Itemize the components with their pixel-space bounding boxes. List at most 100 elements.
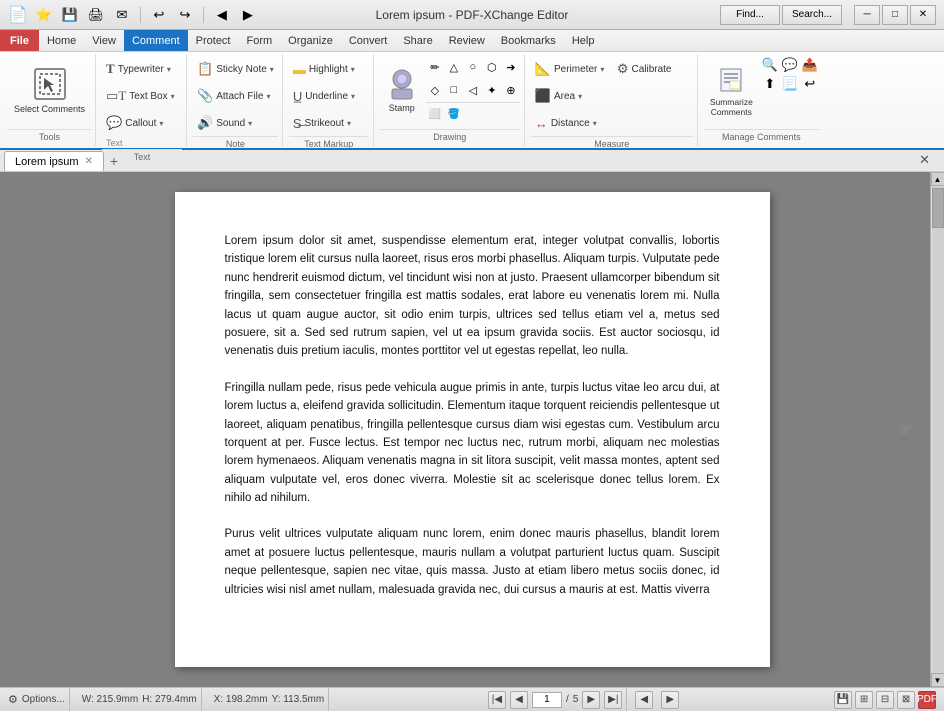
pdf-export-button[interactable]: PDF — [918, 691, 936, 709]
scroll-down-button[interactable]: ▼ — [931, 673, 944, 687]
scroll-up-button[interactable]: ▲ — [931, 172, 944, 186]
strikeout-dropdown[interactable]: ▾ — [347, 119, 351, 128]
textbox-dropdown[interactable]: ▾ — [171, 92, 175, 101]
menu-file[interactable]: File — [0, 30, 39, 51]
view-mode1-button[interactable]: ⊞ — [855, 691, 873, 709]
perimeter-button[interactable]: 📐 Perimeter ▾ — [531, 56, 611, 82]
menu-review[interactable]: Review — [441, 30, 493, 51]
scroll-track[interactable] — [932, 186, 944, 673]
qa-undo[interactable]: ↩ — [149, 5, 169, 25]
drawing-row2: ◇ □ ◁ ✦ ⊕ — [426, 79, 520, 101]
area-label: Area — [554, 91, 575, 102]
polygon-tool[interactable]: ⬡ — [483, 58, 501, 76]
minimize-button[interactable]: ─ — [854, 5, 880, 25]
doc-scroll-container[interactable]: Lorem ipsum dolor sit amet, suspendisse … — [7, 172, 937, 687]
current-page-input[interactable] — [532, 692, 562, 708]
triangle-tool[interactable]: △ — [445, 58, 463, 76]
stamp-button[interactable]: Stamp — [380, 56, 424, 126]
calibrate-button[interactable]: ⚙ Calibrate — [613, 56, 693, 82]
view-mode2-button[interactable]: ⊟ — [876, 691, 894, 709]
highlight-dropdown[interactable]: ▾ — [351, 65, 355, 74]
strikeout-button[interactable]: S̶ Strikeout ▾ — [289, 110, 369, 136]
qa-save[interactable]: 💾 — [60, 5, 80, 25]
area-button[interactable]: ⬛ Area ▾ — [531, 83, 611, 109]
qa-new[interactable]: ⭐ — [34, 5, 54, 25]
menu-form[interactable]: Form — [239, 30, 281, 51]
scroll-thumb[interactable] — [932, 188, 944, 228]
typewriter-dropdown[interactable]: ▾ — [167, 65, 171, 74]
highlight-button[interactable]: ▬ Highlight ▾ — [289, 56, 369, 82]
app-icon[interactable]: 📄 — [8, 5, 28, 25]
callout-dropdown[interactable]: ▾ — [159, 119, 163, 128]
list-button[interactable]: 📃 — [781, 75, 799, 93]
menu-organize[interactable]: Organize — [280, 30, 341, 51]
scrollbar-right[interactable]: ▲ ▼ — [930, 172, 944, 687]
underline-button[interactable]: U̲ Underline ▾ — [289, 83, 369, 109]
typewriter-button[interactable]: T Typewriter ▾ — [102, 56, 182, 82]
qa-email[interactable]: ✉ — [112, 5, 132, 25]
distance-button[interactable]: ↔ Distance ▾ — [531, 110, 611, 136]
select-comments-button[interactable]: Select Comments — [8, 56, 91, 126]
sound-button[interactable]: 🔊 Sound ▾ — [193, 110, 278, 136]
sound-icon: 🔊 — [197, 115, 213, 131]
distance-dropdown[interactable]: ▾ — [593, 119, 597, 128]
fill-tool[interactable]: 🪣 — [445, 105, 463, 123]
close-button[interactable]: ✕ — [910, 5, 936, 25]
summarize-comments-button[interactable]: SummarizeComments — [704, 56, 759, 126]
menu-share[interactable]: Share — [395, 30, 440, 51]
menu-protect[interactable]: Protect — [188, 30, 239, 51]
export-comments-button[interactable]: 📤 — [801, 56, 819, 74]
menu-bookmarks[interactable]: Bookmarks — [493, 30, 564, 51]
next-page-button[interactable]: ▶ — [582, 691, 600, 709]
cross-tool[interactable]: ⊕ — [502, 81, 520, 99]
qa-print[interactable]: 🖨 — [86, 5, 106, 25]
eraser-tool[interactable]: ⬜ — [426, 105, 444, 123]
maximize-button[interactable]: □ — [882, 5, 908, 25]
rect-tool[interactable]: □ — [445, 81, 463, 99]
bookmark-nav-prev[interactable]: ◀ — [635, 691, 653, 709]
save-status-button[interactable]: 💾 — [834, 691, 852, 709]
bookmark-nav-next[interactable]: ▶ — [661, 691, 679, 709]
reply-button[interactable]: ↩ — [801, 75, 819, 93]
play-tool[interactable]: ◁ — [464, 81, 482, 99]
menu-bar: File Home View Comment Protect Form Orga… — [0, 30, 944, 52]
sticky-note-button[interactable]: 📋 Sticky Note ▾ — [193, 56, 278, 82]
view-mode3-button[interactable]: ⊠ — [897, 691, 915, 709]
arrow-tool[interactable]: ➜ — [502, 58, 520, 76]
underline-dropdown[interactable]: ▾ — [351, 92, 355, 101]
menu-convert[interactable]: Convert — [341, 30, 396, 51]
pencil-tool[interactable]: ✏ — [426, 58, 444, 76]
last-page-button[interactable]: ▶| — [604, 691, 622, 709]
textbox-button[interactable]: ▭T Text Box ▾ — [102, 83, 182, 109]
callout-button[interactable]: 💬 Callout ▾ — [102, 110, 182, 136]
sound-dropdown[interactable]: ▾ — [248, 119, 252, 128]
qa-redo[interactable]: ↪ — [175, 5, 195, 25]
search-button[interactable]: Search... — [782, 5, 842, 25]
sticky-dropdown[interactable]: ▾ — [270, 65, 274, 74]
menu-help[interactable]: Help — [564, 30, 603, 51]
manage-row2: ⬆ 📃 ↩ — [761, 75, 819, 93]
sort-up-button[interactable]: ⬆ — [761, 75, 779, 93]
menu-view[interactable]: View — [84, 30, 124, 51]
attach-file-button[interactable]: 📎 Attach File ▾ — [193, 83, 278, 109]
options-label[interactable]: Options... — [22, 694, 65, 705]
qa-back[interactable]: ◀ — [212, 5, 232, 25]
area-dropdown[interactable]: ▾ — [578, 92, 582, 101]
search-comments-button[interactable]: 🔍 — [761, 56, 779, 74]
comment-button[interactable]: 💬 — [781, 56, 799, 74]
attach-dropdown[interactable]: ▾ — [266, 92, 270, 101]
tab-close-button[interactable]: ✕ — [85, 156, 93, 167]
find-button[interactable]: Find... — [720, 5, 780, 25]
star-tool[interactable]: ✦ — [483, 81, 501, 99]
prev-page-button[interactable]: ◀ — [510, 691, 528, 709]
diamond-tool[interactable]: ◇ — [426, 81, 444, 99]
menu-home[interactable]: Home — [39, 30, 84, 51]
tab-lorem-ipsum[interactable]: Lorem ipsum ✕ — [4, 151, 104, 171]
menu-comment[interactable]: Comment — [124, 30, 188, 51]
close-sidebar-button[interactable]: ✕ — [919, 152, 930, 168]
perimeter-dropdown[interactable]: ▾ — [600, 65, 604, 74]
qa-forward[interactable]: ▶ — [238, 5, 258, 25]
first-page-button[interactable]: |◀ — [488, 691, 506, 709]
add-tab-button[interactable]: + — [104, 151, 124, 171]
circle-tool[interactable]: ○ — [464, 58, 482, 76]
